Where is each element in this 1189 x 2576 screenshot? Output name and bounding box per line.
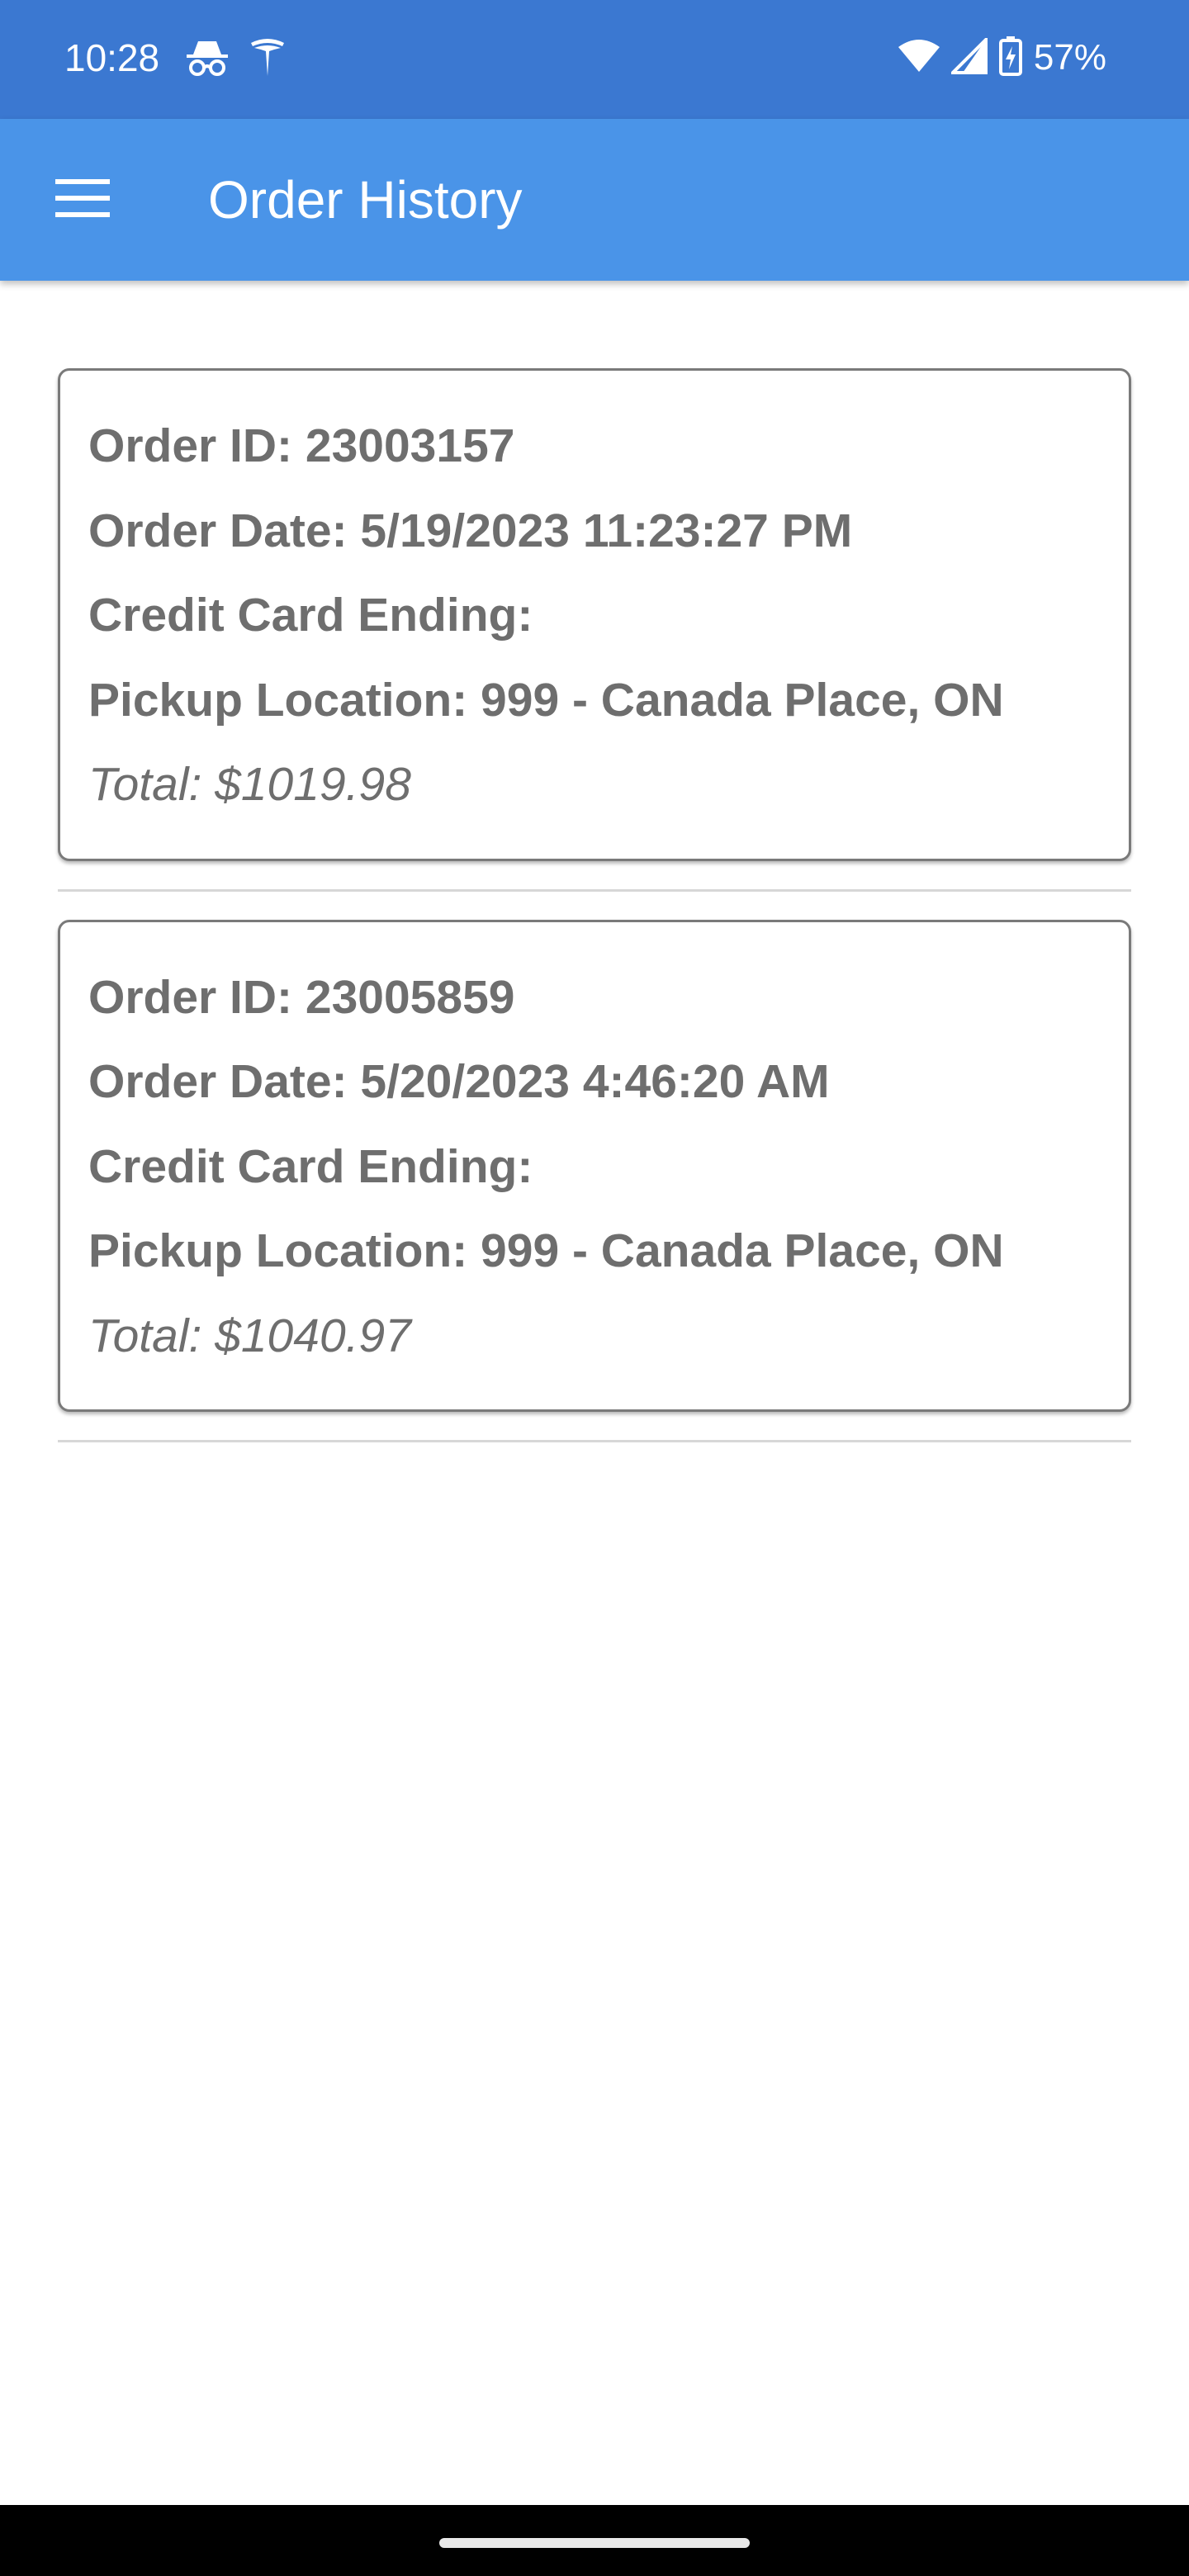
cell-signal-icon — [949, 35, 988, 78]
order-date: Order Date: 5/20/2023 4:46:20 AM — [88, 1055, 830, 1108]
tesla-icon — [249, 36, 286, 83]
order-id: Order ID: 23005859 — [88, 970, 515, 1024]
battery-charging-icon — [998, 36, 1022, 80]
pickup-location: Pickup Location: 999 - Canada Place, ON — [88, 673, 1004, 727]
page-title: Order History — [208, 170, 523, 230]
status-bar: 10:28 57% — [0, 0, 1189, 119]
hamburger-menu-icon — [55, 178, 110, 221]
order-total: Total: $1040.97 — [88, 1309, 411, 1362]
status-left-icons — [185, 36, 286, 83]
order-card[interactable]: Order ID: 23003157 Order Date: 5/19/2023… — [58, 368, 1131, 861]
menu-button[interactable] — [41, 159, 124, 241]
app-bar: Order History — [0, 119, 1189, 281]
list-divider — [58, 888, 1131, 892]
status-time: 10:28 — [64, 36, 160, 79]
credit-card-ending: Credit Card Ending: — [88, 589, 533, 642]
battery-percentage: 57% — [1033, 37, 1106, 78]
order-card[interactable]: Order ID: 23005859 Order Date: 5/20/2023… — [58, 919, 1131, 1412]
credit-card-ending: Credit Card Ending: — [88, 1139, 533, 1193]
list-divider — [58, 1440, 1131, 1442]
order-date: Order Date: 5/19/2023 11:23:27 PM — [88, 504, 853, 557]
order-list: Order ID: 23003157 Order Date: 5/19/2023… — [58, 368, 1131, 1470]
wifi-icon — [898, 39, 940, 78]
order-id: Order ID: 23003157 — [88, 419, 515, 472]
home-gesture-handle[interactable] — [439, 2538, 750, 2548]
system-nav-bar — [0, 2505, 1189, 2576]
pickup-location: Pickup Location: 999 - Canada Place, ON — [88, 1224, 1004, 1277]
status-right-icons: 57% — [898, 33, 1106, 83]
incognito-icon — [185, 38, 230, 82]
order-total: Total: $1019.98 — [88, 758, 411, 811]
